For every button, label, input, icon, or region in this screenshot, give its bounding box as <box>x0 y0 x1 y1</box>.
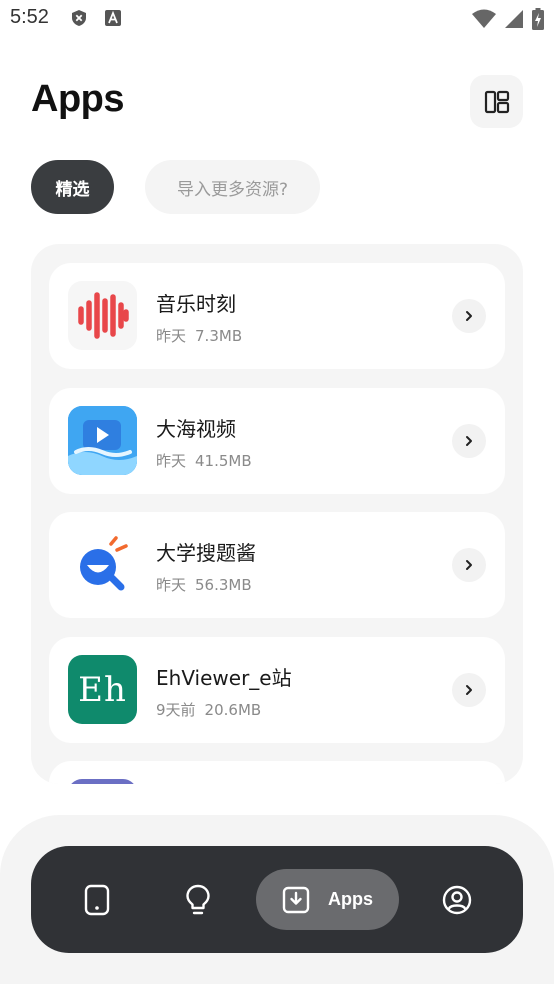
app-list[interactable]: 音乐时刻 昨天 7.3MB 大海视频 昨天 41.5MB 大学搜题酱 昨天 56… <box>31 244 523 784</box>
signal-icon <box>505 10 523 28</box>
search-smile-icon <box>68 530 137 599</box>
open-app-button[interactable] <box>452 424 486 458</box>
tab-import-more[interactable]: 导入更多资源? <box>145 160 320 214</box>
chevron-right-icon <box>466 311 472 321</box>
list-item-partial[interactable] <box>49 761 505 784</box>
status-time: 5:52 <box>10 6 49 28</box>
app-meta: 昨天 41.5MB <box>156 450 252 471</box>
shield-x-icon <box>72 10 86 26</box>
layout-toggle-button[interactable] <box>470 75 523 128</box>
sound-wave-icon <box>68 281 137 350</box>
eh-logo-icon: Eh <box>68 655 137 724</box>
page-title: Apps <box>31 78 125 120</box>
download-box-icon <box>282 886 310 913</box>
app-name: 大学搜题酱 <box>156 541 256 565</box>
list-item[interactable]: 大海视频 昨天 41.5MB <box>49 388 505 494</box>
open-app-button[interactable] <box>452 548 486 582</box>
app-name: 大海视频 <box>156 417 236 441</box>
chevron-right-icon <box>466 685 472 695</box>
app-meta: 昨天 7.3MB <box>156 325 242 346</box>
status-bar: 5:52 <box>0 0 554 40</box>
app-size: 56.3MB <box>195 576 252 594</box>
lightbulb-icon <box>185 884 210 914</box>
nav-device[interactable] <box>66 869 127 930</box>
nav-profile[interactable] <box>426 869 487 930</box>
app-icon <box>68 779 137 784</box>
user-circle-icon <box>442 885 471 914</box>
list-item[interactable]: 音乐时刻 昨天 7.3MB <box>49 263 505 369</box>
open-app-button[interactable] <box>452 673 486 707</box>
battery-charging-icon <box>532 8 544 30</box>
app-date: 9天前 <box>156 701 196 719</box>
open-app-button[interactable] <box>452 299 486 333</box>
app-size: 7.3MB <box>195 327 243 345</box>
chevron-right-icon <box>466 436 472 446</box>
font-a-icon <box>105 10 121 26</box>
dashboard-layout-icon <box>484 90 509 113</box>
tab-featured[interactable]: 精选 <box>31 160 114 214</box>
status-indicators <box>472 8 544 30</box>
app-size: 20.6MB <box>204 701 262 719</box>
app-date: 昨天 <box>156 327 187 345</box>
eh-logo-text: Eh <box>78 669 127 710</box>
chevron-right-icon <box>466 560 472 570</box>
app-date: 昨天 <box>156 452 187 470</box>
app-meta: 9天前 20.6MB <box>156 699 261 720</box>
bottom-nav: Apps <box>31 846 523 953</box>
nav-apps-label: Apps <box>328 889 373 909</box>
app-name: EhViewer_e站 <box>156 666 292 690</box>
wifi-icon <box>472 9 496 28</box>
nav-apps[interactable]: Apps <box>256 869 399 930</box>
list-item[interactable]: Eh EhViewer_e站 9天前 20.6MB <box>49 637 505 743</box>
app-name: 音乐时刻 <box>156 292 236 316</box>
nav-ideas[interactable] <box>167 869 228 930</box>
list-item[interactable]: 大学搜题酱 昨天 56.3MB <box>49 512 505 618</box>
app-size: 41.5MB <box>195 452 252 470</box>
app-meta: 昨天 56.3MB <box>156 574 252 595</box>
video-play-icon <box>68 406 137 475</box>
phone-icon <box>84 884 109 915</box>
app-date: 昨天 <box>156 576 187 594</box>
